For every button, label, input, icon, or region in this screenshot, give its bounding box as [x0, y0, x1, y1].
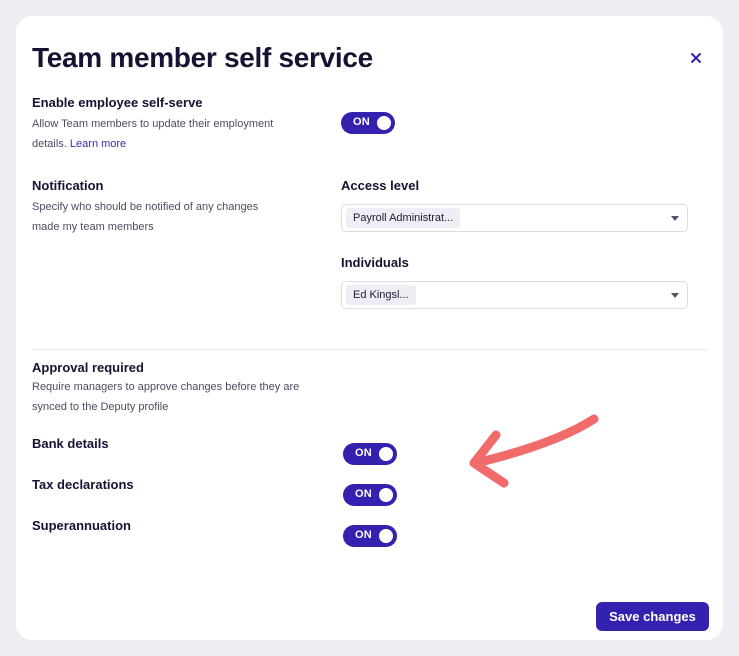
tax-declarations-toggle[interactable]: ON — [343, 484, 397, 506]
caret-down-icon — [671, 293, 679, 298]
individuals-label: Individuals — [341, 255, 409, 270]
section-divider — [32, 349, 708, 350]
self-serve-heading: Enable employee self-serve — [32, 95, 203, 110]
toggle-label: ON — [353, 116, 370, 128]
modal-title: Team member self service — [32, 42, 373, 73]
approval-description: Require managers to approve changes befo… — [32, 381, 300, 413]
close-icon[interactable] — [688, 50, 704, 66]
toggle-knob — [379, 488, 393, 502]
access-level-chip: Payroll Administrat... — [346, 208, 461, 228]
self-service-modal: Team member self service Enable employee… — [16, 16, 723, 640]
toggle-knob — [379, 529, 393, 543]
save-changes-button[interactable]: Save changes — [596, 602, 709, 631]
toggle-label: ON — [355, 529, 372, 541]
learn-more-link[interactable]: Learn more — [70, 138, 126, 150]
superannuation-toggle[interactable]: ON — [343, 525, 397, 547]
access-level-select[interactable]: Payroll Administrat... — [341, 204, 688, 232]
toggle-label: ON — [355, 488, 372, 500]
bank-details-toggle[interactable]: ON — [343, 443, 397, 465]
toggle-label: ON — [355, 447, 372, 459]
access-level-label: Access level — [341, 178, 420, 193]
caret-down-icon — [671, 216, 679, 221]
toggle-knob — [377, 116, 391, 130]
individuals-chip: Ed Kingsl... — [346, 285, 416, 305]
self-serve-toggle[interactable]: ON — [341, 112, 395, 134]
approval-heading: Approval required — [32, 360, 144, 375]
notification-description: Specify who should be notified of any ch… — [32, 201, 259, 233]
superannuation-label: Superannuation — [32, 518, 131, 533]
toggle-knob — [379, 447, 393, 461]
individuals-select[interactable]: Ed Kingsl... — [341, 281, 688, 309]
self-serve-description-text: Allow Team members to update their emplo… — [32, 118, 274, 150]
tax-declarations-label: Tax declarations — [32, 477, 134, 492]
pointer-arrow-icon — [466, 411, 606, 496]
self-serve-description: Allow Team members to update their emplo… — [32, 114, 302, 154]
bank-details-label: Bank details — [32, 436, 109, 451]
notification-heading: Notification — [32, 178, 104, 193]
